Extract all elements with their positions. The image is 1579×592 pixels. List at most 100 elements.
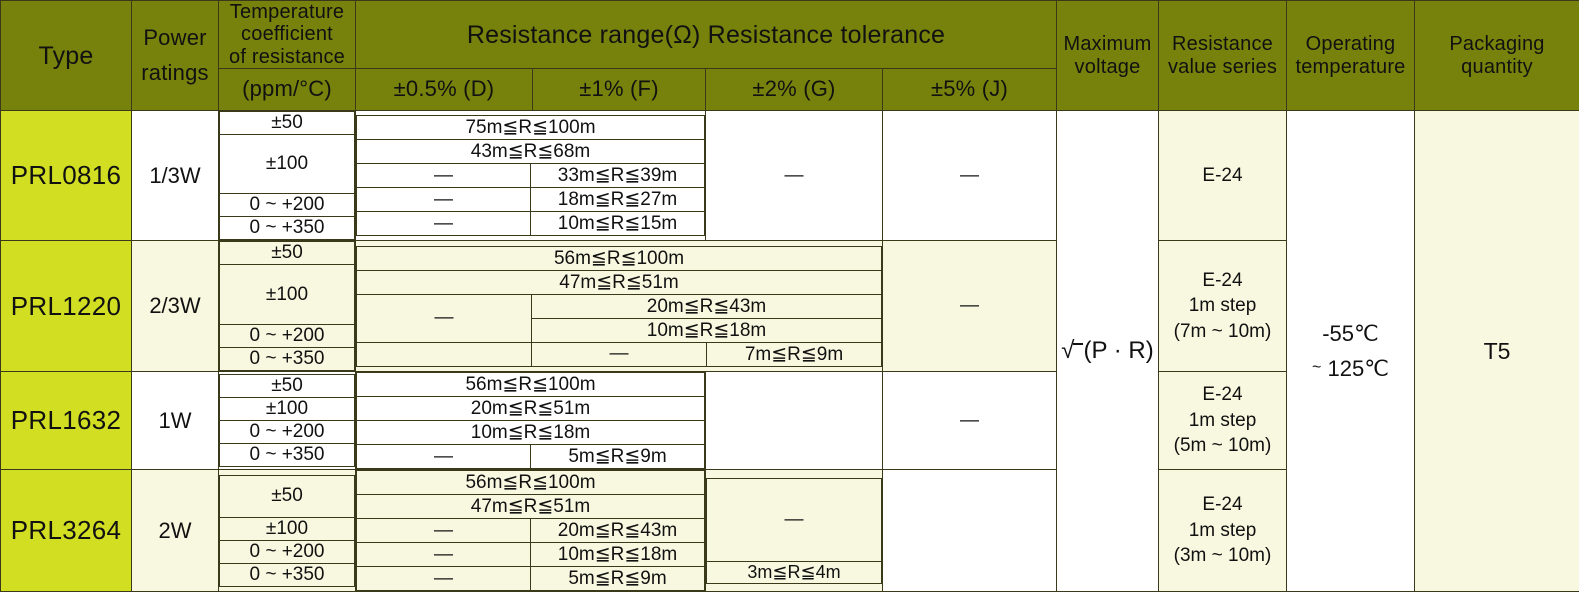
range-cell: 75m≦R≦100m	[357, 116, 705, 140]
range-cell: 56m≦R≦100m	[357, 471, 705, 495]
range-cell: 5m≦R≦9m	[531, 445, 705, 469]
tcr-sub-cell: 0 ~ +350	[220, 217, 355, 240]
tcr-sub-cell: ±50	[220, 475, 355, 517]
tcr-sub-cell: 0 ~ +200	[220, 540, 355, 563]
range-cell: 20m≦R≦43m	[531, 519, 705, 543]
header-max-voltage: Maximum voltage	[1057, 1, 1159, 111]
range-cell: 10m≦R≦18m	[531, 543, 705, 567]
temp-high-line: ~ 125℃	[1287, 351, 1414, 386]
series-range: (5m ~ 10m)	[1159, 433, 1286, 459]
row-tolerance-g-prl1632	[706, 372, 883, 470]
row-tolerance-j-prl0816: —	[883, 111, 1057, 241]
series-name: E-24	[1159, 492, 1286, 518]
row-power-prl3264: 2W	[132, 470, 219, 592]
range-cell: 18m≦R≦27m	[531, 188, 705, 212]
row-tcr-prl1220: ±50 ±100 0 ~ +200 0 ~ +350	[219, 241, 356, 372]
row-tolerance-j-prl1220: —	[883, 241, 1057, 372]
range-cell: 47m≦R≦51m	[357, 495, 705, 519]
row-tolerance-j-prl1632: —	[883, 372, 1057, 470]
range-cell	[357, 342, 532, 366]
specification-table: Type Power ratings Temperature coefficie…	[0, 0, 1579, 592]
header-tcr-unit: (ppm/°C)	[219, 69, 356, 111]
range-cell: 20m≦R≦51m	[357, 397, 705, 421]
series-step: 1m step	[1159, 293, 1286, 319]
tcr-sub-cell: ±100	[220, 265, 355, 325]
tcr-sub-cell: 0 ~ +350	[220, 348, 355, 371]
tcr-sub-cell: ±100	[220, 517, 355, 540]
range-cell: —	[357, 567, 531, 591]
row-power-prl1632: 1W	[132, 372, 219, 470]
header-tolerance-d: ±0.5% (D)	[356, 69, 533, 111]
row-tolerance-j-prl3264	[883, 470, 1057, 592]
row-tcr-prl0816: ±50 ±100 0 ~ +200 0 ~ +350	[219, 111, 356, 241]
header-type: Type	[1, 1, 132, 111]
row-range-df-prl1632: 56m≦R≦100m 20m≦R≦51m 10m≦R≦18m — 5m≦R≦9m	[356, 372, 706, 470]
range-cell: —	[357, 543, 531, 567]
range-cell: 33m≦R≦39m	[531, 164, 705, 188]
range-cell: —	[357, 519, 531, 543]
range-cell: 56m≦R≦100m	[357, 246, 882, 270]
row-tolerance-g-prl3264: — 3m≦R≦4m	[706, 470, 883, 592]
range-cell: 10m≦R≦15m	[531, 212, 705, 236]
tcr-sub-cell: 0 ~ +350	[220, 444, 355, 467]
range-cell: 47m≦R≦51m	[357, 270, 882, 294]
row-series-prl3264: E-24 1m step (3m ~ 10m)	[1159, 470, 1287, 592]
table-row: PRL0816 1/3W ±50 ±100 0 ~ +200 0 ~ +350 …	[1, 111, 1579, 241]
header-power-ratings: Power ratings	[132, 1, 219, 111]
row-range-df-prl0816: 75m≦R≦100m 43m≦R≦68m — 33m≦R≦39m — 18m≦R…	[356, 111, 706, 241]
tcr-sub-cell: 0 ~ +350	[220, 563, 355, 586]
series-name: E-24	[1159, 382, 1286, 408]
header-tcr-title: Temperature coefficient of resistance	[219, 1, 356, 69]
temp-tilde: ~	[1312, 359, 1321, 376]
range-cell: 56m≦R≦100m	[357, 373, 705, 397]
range-cell: 10m≦R≦18m	[357, 421, 705, 445]
range-cell: —	[357, 294, 532, 342]
series-step: 1m step	[1159, 408, 1286, 434]
row-tcr-prl3264: ±50 ±100 0 ~ +200 0 ~ +350	[219, 470, 356, 592]
range-cell: —	[357, 188, 531, 212]
header-resistance-value-series: Resistance value series	[1159, 1, 1287, 111]
header-tolerance-g: ±2% (G)	[706, 69, 883, 111]
range-cell: 3m≦R≦4m	[707, 561, 882, 583]
row-type-prl0816: PRL0816	[1, 111, 132, 241]
range-cell: —	[357, 445, 531, 469]
header-power-line1: Power	[132, 26, 218, 51]
header-packaging-quantity: Packaging quantity	[1415, 1, 1579, 111]
range-cell: —	[357, 212, 531, 236]
tcr-sub-cell: ±50	[220, 375, 355, 398]
row-tolerance-g-prl0816: —	[706, 111, 883, 241]
row-power-prl0816: 1/3W	[132, 111, 219, 241]
row-tcr-prl1632: ±50 ±100 0 ~ +200 0 ~ +350	[219, 372, 356, 470]
tcr-sub-cell: ±100	[220, 398, 355, 421]
row-type-prl1632: PRL1632	[1, 372, 132, 470]
tcr-sub-cell: 0 ~ +200	[220, 325, 355, 348]
row-series-prl0816: E-24	[1159, 111, 1287, 241]
row-series-prl1220: E-24 1m step (7m ~ 10m)	[1159, 241, 1287, 372]
series-range: (7m ~ 10m)	[1159, 319, 1286, 345]
tcr-sub-cell: ±100	[220, 135, 355, 194]
series-step: 1m step	[1159, 518, 1286, 544]
range-cell: —	[532, 342, 707, 366]
header-resistance-range-title: Resistance range(Ω) Resistance tolerance	[356, 1, 1057, 69]
header-power-line2: ratings	[132, 61, 218, 86]
row-series-prl1632: E-24 1m step (5m ~ 10m)	[1159, 372, 1287, 470]
temp-high: 125℃	[1328, 356, 1389, 381]
max-voltage-expression: (P · R)	[1083, 337, 1153, 364]
series-range: (3m ~ 10m)	[1159, 543, 1286, 569]
series-name: E-24	[1159, 163, 1286, 189]
range-cell: 5m≦R≦9m	[531, 567, 705, 591]
row-power-prl1220: 2/3W	[132, 241, 219, 372]
range-cell: —	[357, 164, 531, 188]
header-operating-temperature: Operating temperature	[1287, 1, 1415, 111]
row-range-dfg-prl1220: 56m≦R≦100m 47m≦R≦51m — 20m≦R≦43m 10m≦R≦1…	[356, 241, 883, 372]
range-cell: 20m≦R≦43m	[532, 294, 882, 318]
row-range-df-prl3264: 56m≦R≦100m 47m≦R≦51m — 20m≦R≦43m — 10m≦R…	[356, 470, 706, 592]
range-cell: 7m≦R≦9m	[707, 342, 882, 366]
temp-low: -55℃	[1287, 316, 1414, 351]
range-cell: 43m≦R≦68m	[357, 140, 705, 164]
row-type-prl1220: PRL1220	[1, 241, 132, 372]
row-type-prl3264: PRL3264	[1, 470, 132, 592]
header-tolerance-j: ±5% (J)	[883, 69, 1057, 111]
tcr-sub-cell: ±50	[220, 242, 355, 265]
tcr-sub-cell: 0 ~ +200	[220, 194, 355, 217]
